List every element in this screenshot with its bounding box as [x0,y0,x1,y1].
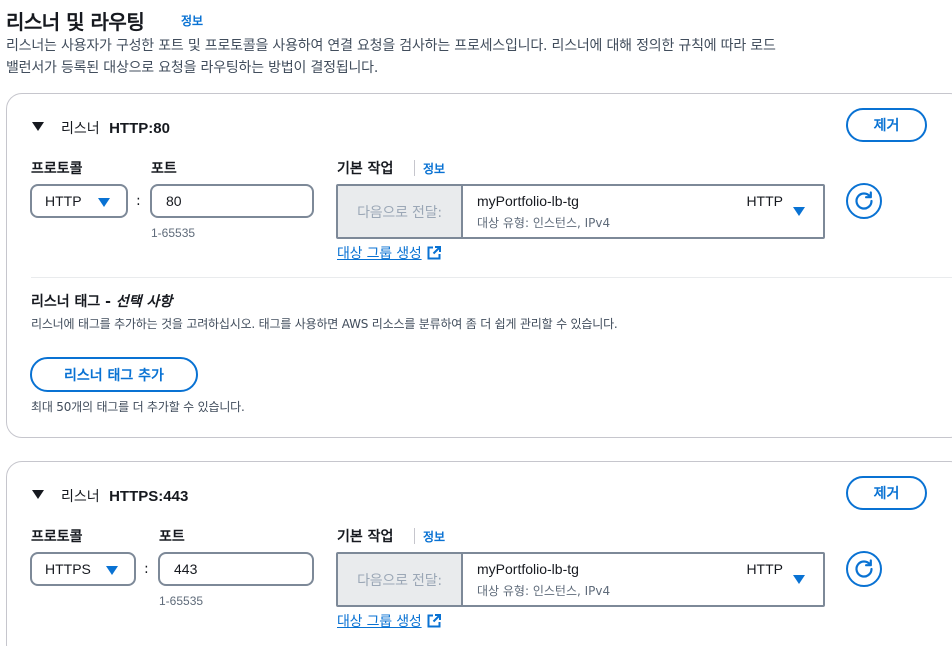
target-group-protocol: HTTP [746,561,783,577]
port-label: 포트 [159,529,185,545]
chevron-down-icon [793,575,805,584]
default-action-select[interactable]: 다음으로 전달: myPortfolio-lb-tg 대상 유형: 인스턴스, … [336,184,825,239]
section-description-line1: 리스너는 사용자가 구성한 포트 및 프로토콜을 사용하여 연결 요청을 검사하… [6,38,776,54]
listener-title[interactable]: 리스너 HTTP:80 [61,118,170,138]
default-action-label: 기본 작업 [337,529,394,545]
port-input[interactable]: 443 [158,552,314,586]
colon-separator: : [136,193,141,209]
target-group-type: 대상 유형: 인스턴스, IPv4 [477,584,611,598]
listener-tags-title-text: 리스너 태그 - [31,294,116,310]
listener-title-value: HTTP:80 [109,120,170,137]
listener-title-prefix: 리스너 [61,121,100,137]
forward-prefix: 다음으로 전달: [338,186,463,237]
remove-listener-button[interactable]: 제거 [846,476,927,510]
port-label: 포트 [151,161,177,177]
port-range-hint: 1-65535 [151,226,196,240]
listener-card-http: 리스너 HTTP:80 제거 프로토콜 포트 HTTP : 80 1-65535… [6,93,952,438]
create-target-group-link[interactable]: 대상 그룹 생성 [337,243,442,263]
listener-card-https: 리스너 HTTPS:443 제거 프로토콜 포트 HTTPS : 443 1-6… [6,461,952,646]
listener-tags-description: 리스너에 태그를 추가하는 것을 고려하십시오. 태그를 사용하면 AWS 리소… [31,317,618,331]
default-action-label: 기본 작업 [337,161,394,177]
listener-tags-title: 리스너 태그 - 선택 사항 [31,291,172,311]
refresh-icon [855,559,873,578]
target-group-name: myPortfolio-lb-tg [477,193,579,209]
label-separator [414,160,415,176]
port-input[interactable]: 80 [150,184,314,218]
port-input-value: 80 [166,193,182,209]
listener-title-prefix: 리스너 [61,489,100,505]
target-group-protocol: HTTP [746,193,783,209]
default-action-info-link[interactable]: 정보 [423,528,445,545]
refresh-button[interactable] [846,183,882,219]
listener-tags-optional: 선택 사항 [115,294,173,310]
remove-listener-button[interactable]: 제거 [846,108,927,142]
page-title: 리스너 및 라우팅 [6,10,145,34]
port-range-hint: 1-65535 [159,594,204,608]
port-input-value: 443 [174,561,198,577]
default-action-info-link[interactable]: 정보 [423,160,445,177]
target-group-select[interactable]: myPortfolio-lb-tg 대상 유형: 인스턴스, IPv4 HTTP [463,554,823,605]
section-description-line2: 밸런서가 등록된 대상으로 요청을 라우팅하는 방법이 결정됩니다. [6,60,379,76]
forward-prefix: 다음으로 전달: [338,554,463,605]
default-action-select[interactable]: 다음으로 전달: myPortfolio-lb-tg 대상 유형: 인스턴스, … [336,552,825,607]
listener-title-value: HTTPS:443 [109,488,189,505]
protocol-label: 프로토콜 [31,529,83,545]
chevron-down-icon [793,207,805,216]
colon-separator: : [144,561,149,577]
listener-title[interactable]: 리스너 HTTPS:443 [61,486,188,506]
create-target-group-label: 대상 그룹 생성 [337,614,422,630]
protocol-select-value: HTTP [45,193,82,209]
label-separator [414,528,415,544]
external-link-icon [427,246,441,260]
target-group-type: 대상 유형: 인스턴스, IPv4 [477,216,611,230]
target-group-select[interactable]: myPortfolio-lb-tg 대상 유형: 인스턴스, IPv4 HTTP [463,186,823,237]
tag-limit-text: 최대 50개의 태그를 더 추가할 수 있습니다. [31,400,245,414]
add-listener-tag-button[interactable]: 리스너 태그 추가 [30,357,198,392]
protocol-select-value: HTTPS [45,561,91,577]
create-target-group-label: 대상 그룹 생성 [337,246,422,262]
target-group-name: myPortfolio-lb-tg [477,561,579,577]
collapse-caret-icon[interactable] [32,490,44,499]
protocol-select[interactable]: HTTP [30,184,128,218]
refresh-button[interactable] [846,551,882,587]
chevron-down-icon [98,198,110,207]
info-link[interactable]: 정보 [181,12,203,29]
protocol-label: 프로토콜 [31,161,83,177]
external-link-icon [427,614,441,628]
create-target-group-link[interactable]: 대상 그룹 생성 [337,611,442,631]
refresh-icon [855,191,873,210]
collapse-caret-icon[interactable] [32,122,44,131]
protocol-select[interactable]: HTTPS [30,552,136,586]
divider [31,277,952,278]
chevron-down-icon [106,566,118,575]
